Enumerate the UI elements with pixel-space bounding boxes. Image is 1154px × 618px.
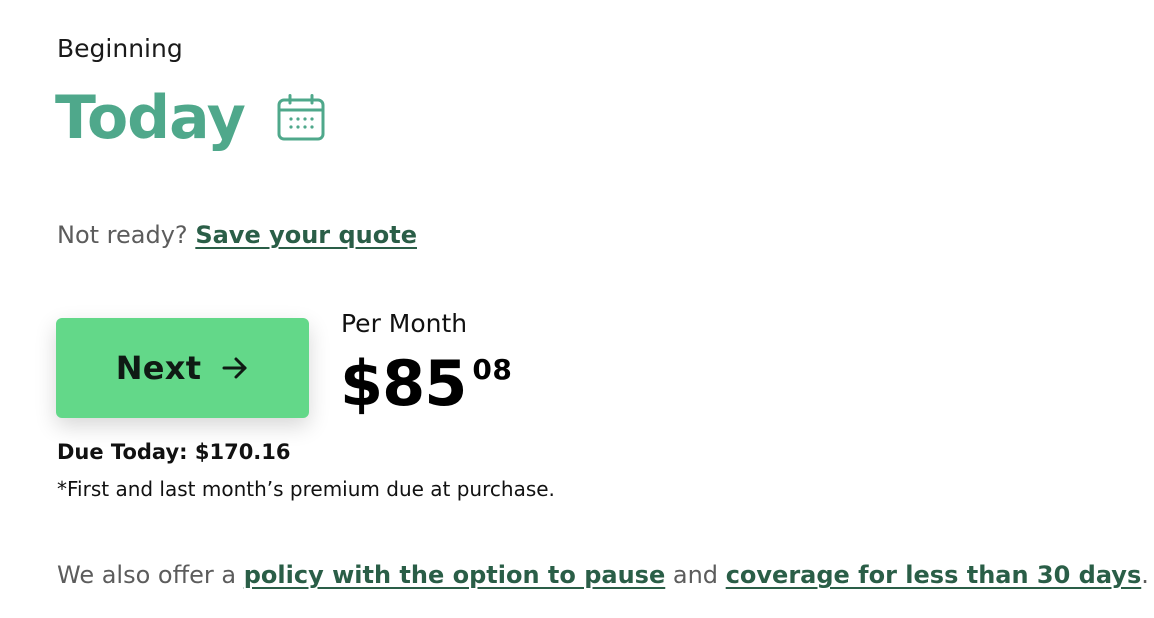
save-quote-link[interactable]: Save your quote [195,221,417,249]
other-options-connector: and [672,561,719,589]
next-button[interactable]: Next [56,318,309,418]
due-today-note: *First and last month’s premium due at p… [57,477,555,501]
calendar-button[interactable] [275,92,327,144]
short-term-coverage-link[interactable]: coverage for less than 30 days [726,561,1142,589]
save-quote-prompt: Not ready? [57,221,188,249]
other-options-line: We also offer a policy with the option t… [57,558,1149,592]
calendar-icon [277,94,325,141]
other-options-prefix: We also offer a [57,561,237,589]
checkout-start-section: Beginning Today Not ready? Save your quo… [0,0,1154,618]
pause-policy-link[interactable]: policy with the option to pause [244,561,666,589]
due-today-amount: Due Today: $170.16 [57,440,291,464]
price-cents: 08 [472,353,513,386]
save-quote-line: Not ready? Save your quote [57,218,417,252]
start-date-label: Beginning [57,34,183,63]
other-options-suffix: . [1141,561,1149,589]
price-dollars: $85 [340,347,467,420]
start-date-row: Today [55,78,327,158]
start-date-value[interactable]: Today [55,78,246,158]
price-period-label: Per Month [341,309,468,338]
arrow-right-icon [221,356,249,380]
next-button-label: Next [115,349,202,387]
monthly-price: $85 08 [340,344,512,424]
